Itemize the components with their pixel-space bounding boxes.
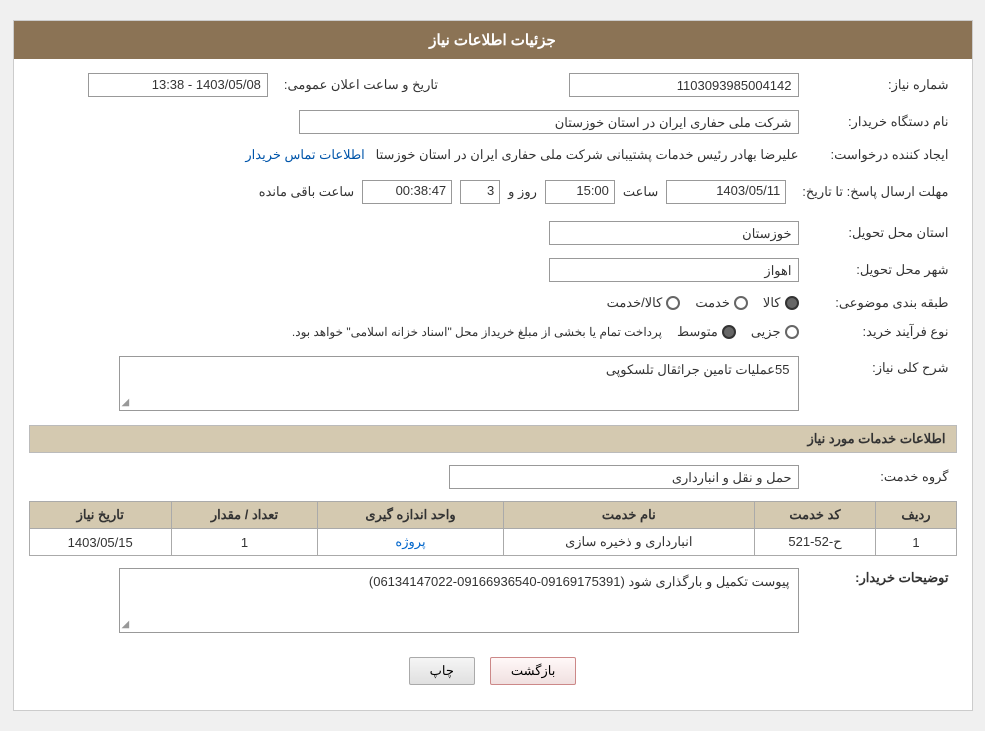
radio-khedmat xyxy=(734,296,748,310)
province-value: خوزستان xyxy=(29,217,807,249)
cell-row-num: 1 xyxy=(876,529,956,556)
services-table: ردیف کد خدمت نام خدمت واحد اندازه گیری ت… xyxy=(29,501,957,556)
buyer-org-label: نام دستگاه خریدار: xyxy=(807,106,957,138)
need-description-area: 55عملیات تامین جراثقال تلسکوپی ◢ xyxy=(29,352,807,415)
purchase-motavasset[interactable]: متوسط xyxy=(677,324,736,340)
deadline-remaining-label: ساعت باقی مانده xyxy=(259,184,354,200)
category-kala[interactable]: کالا xyxy=(763,295,799,311)
radio-kala xyxy=(785,296,799,310)
contact-link[interactable]: اطلاعات تماس خریدار xyxy=(245,147,364,162)
buyer-notes-value: پیوست تکمیل و بارگذاری شود (09169175391-… xyxy=(369,574,790,589)
purchase-type-label: نوع فرآیند خرید: xyxy=(807,320,957,344)
service-info-section: اطلاعات خدمات مورد نیاز xyxy=(29,425,957,453)
deadline-days: 3 xyxy=(460,180,500,204)
buyer-notes-label: توضیحات خریدار: xyxy=(807,564,957,637)
deadline-label: مهلت ارسال پاسخ: تا تاریخ: xyxy=(794,172,956,212)
col-date: تاریخ نیاز xyxy=(29,502,171,529)
page-title: جزئیات اطلاعات نیاز xyxy=(429,32,556,49)
city-value: اهواز xyxy=(29,254,807,286)
buyer-notes-area: پیوست تکمیل و بارگذاری شود (09169175391-… xyxy=(29,564,807,637)
col-quantity: تعداد / مقدار xyxy=(171,502,317,529)
col-unit: واحد اندازه گیری xyxy=(318,502,504,529)
cell-service-code: ح-52-521 xyxy=(754,529,876,556)
requester-value: علیرضا بهادر رئیس خدمات پشتیبانی شرکت مل… xyxy=(29,143,807,167)
deadline-time-label: ساعت xyxy=(623,184,658,200)
page-header: جزئیات اطلاعات نیاز xyxy=(14,21,972,59)
deadline-time: 15:00 xyxy=(545,180,615,204)
print-button[interactable]: چاپ xyxy=(409,657,475,685)
resize-handle-2: ◢ xyxy=(122,619,130,630)
col-service-code: کد خدمت xyxy=(754,502,876,529)
service-group-value: حمل و نقل و انبارداری xyxy=(29,461,807,493)
need-description-label: شرح کلی نیاز: xyxy=(807,352,957,415)
deadline-days-label: روز و xyxy=(508,184,537,200)
deadline-row: 1403/05/11 ساعت 15:00 روز و 3 00:38:47 س… xyxy=(29,172,795,212)
purchase-jozii[interactable]: جزیی xyxy=(751,324,799,340)
publish-datetime-value: 1403/05/08 - 13:38 xyxy=(29,69,276,101)
cell-service-name: انبارداری و ذخیره سازی xyxy=(504,529,755,556)
need-number-value: 1103093985004142 xyxy=(496,69,807,101)
resize-handle: ◢ xyxy=(122,397,130,408)
radio-kala-khedmat xyxy=(666,296,680,310)
category-khedmat[interactable]: خدمت xyxy=(695,295,748,311)
purchase-note: پرداخت تمام یا بخشی از مبلغ خریداز محل "… xyxy=(292,325,662,339)
table-row: 1ح-52-521انبارداری و ذخیره سازیپروژه1140… xyxy=(29,529,956,556)
purchase-type-options: جزیی متوسط پرداخت تمام یا بخشی از مبلغ خ… xyxy=(29,320,807,344)
need-description-value: 55عملیات تامین جراثقال تلسکوپی xyxy=(606,362,790,377)
need-number-label: شماره نیاز: xyxy=(807,69,957,101)
radio-jozii xyxy=(785,325,799,339)
back-button[interactable]: بازگشت xyxy=(490,657,576,685)
category-label: طبقه بندی موضوعی: xyxy=(807,291,957,315)
province-label: استان محل تحویل: xyxy=(807,217,957,249)
radio-motavasset xyxy=(722,325,736,339)
buyer-org-value: شرکت ملی حفاری ایران در استان خوزستان xyxy=(29,106,807,138)
cell-unit[interactable]: پروژه xyxy=(318,529,504,556)
service-group-label: گروه خدمت: xyxy=(807,461,957,493)
category-options: کالا خدمت کالا/خدمت xyxy=(29,291,807,315)
city-label: شهر محل تحویل: xyxy=(807,254,957,286)
deadline-remaining: 00:38:47 xyxy=(362,180,452,204)
category-kala-khedmat[interactable]: کالا/خدمت xyxy=(607,295,681,311)
col-row-num: ردیف xyxy=(876,502,956,529)
button-bar: بازگشت چاپ xyxy=(29,642,957,700)
requester-label: ایجاد کننده درخواست: xyxy=(807,143,957,167)
col-service-name: نام خدمت xyxy=(504,502,755,529)
cell-date: 1403/05/15 xyxy=(29,529,171,556)
deadline-date: 1403/05/11 xyxy=(666,180,786,204)
publish-datetime-label: تاریخ و ساعت اعلان عمومی: xyxy=(276,69,446,101)
cell-quantity: 1 xyxy=(171,529,317,556)
